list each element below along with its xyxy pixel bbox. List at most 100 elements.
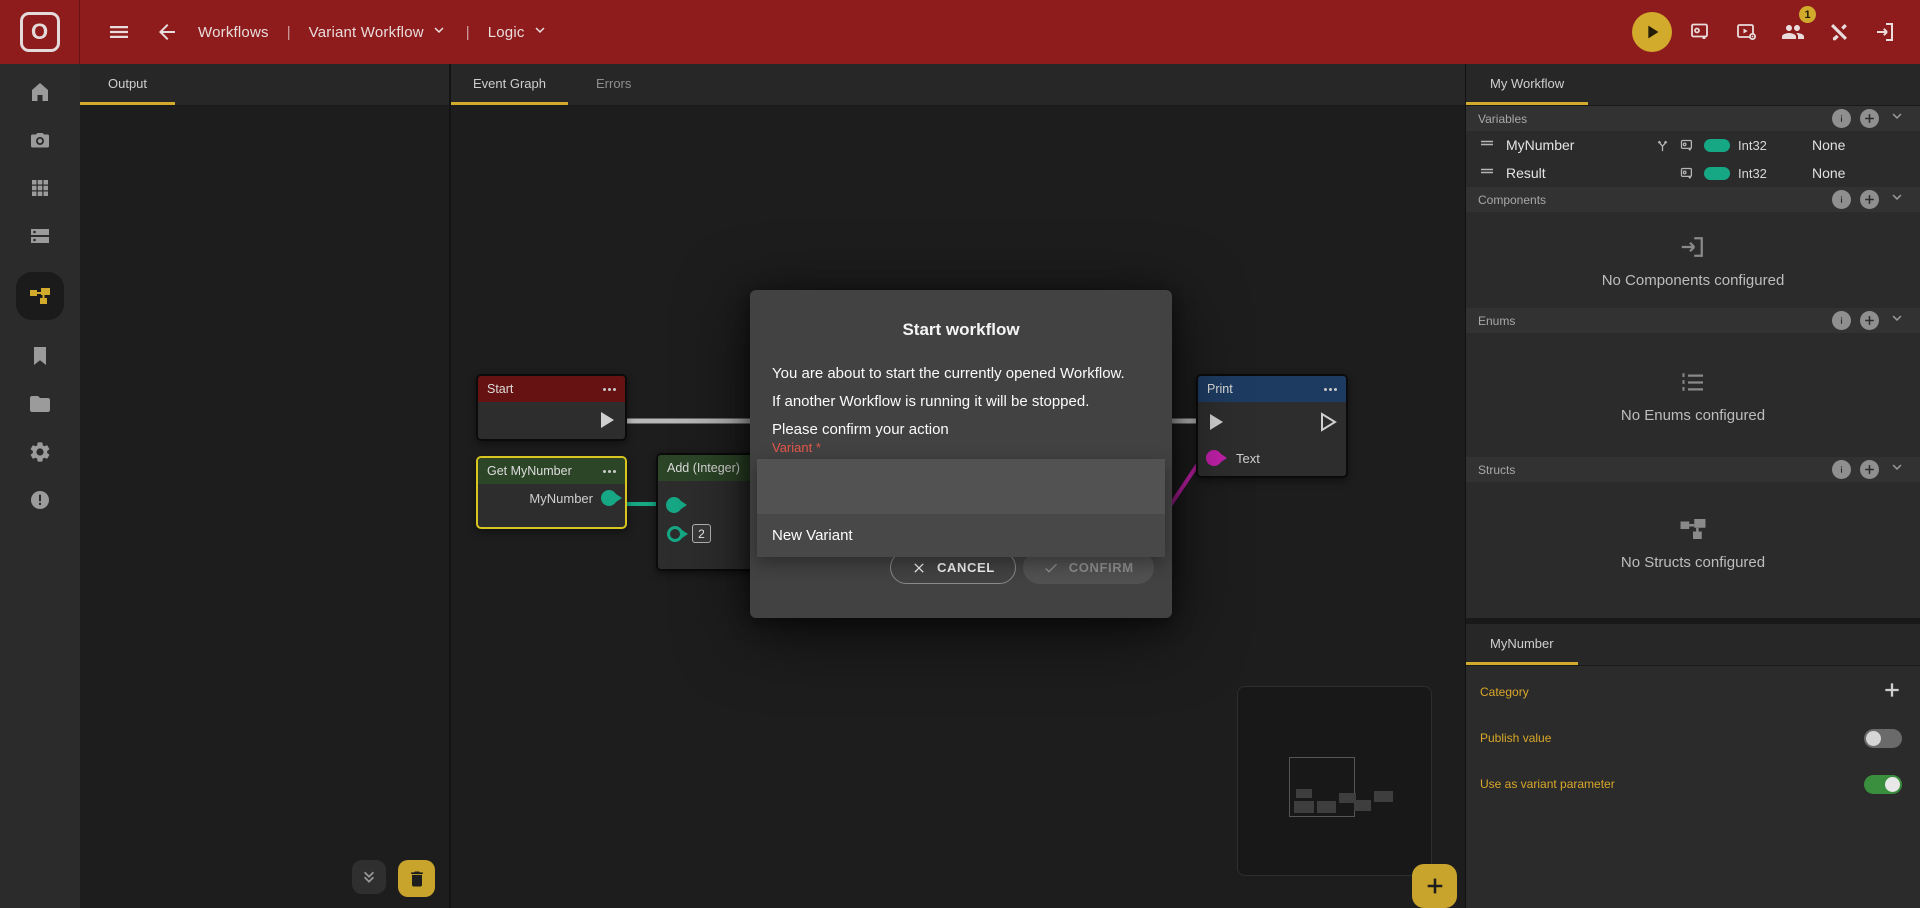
camera-icon[interactable] <box>16 128 64 152</box>
header-actions: 1 <box>1632 12 1920 52</box>
workflow-icon[interactable] <box>16 272 64 320</box>
add-category-button[interactable] <box>1882 680 1902 705</box>
dialog-line-1: You are about to start the currently ope… <box>772 360 1150 388</box>
input-value-box[interactable]: 2 <box>692 524 711 543</box>
enums-empty-text: No Enums configured <box>1621 407 1765 424</box>
variable-inspector-panel: MyNumber Category Publish value Use as v… <box>1466 624 1920 908</box>
alert-icon[interactable] <box>16 488 64 512</box>
category-label: Category <box>1480 685 1529 699</box>
apps-grid-icon[interactable] <box>16 176 64 200</box>
node-menu-icon[interactable] <box>1324 388 1337 391</box>
save-link-icon[interactable] <box>1684 15 1718 49</box>
drag-handle-icon[interactable] <box>1478 162 1502 185</box>
section-selector[interactable]: Logic <box>488 21 549 44</box>
node-add-integer-title: Add (Integer) <box>667 461 740 475</box>
components-section-header: Components <box>1466 187 1920 212</box>
dropdown-option-new-variant[interactable]: New Variant <box>757 514 1165 557</box>
info-icon[interactable] <box>1832 109 1851 128</box>
chevron-down-icon[interactable] <box>1888 188 1906 211</box>
left-rail <box>0 64 80 908</box>
breadcrumb-workflows[interactable]: Workflows <box>198 24 269 41</box>
folder-icon[interactable] <box>16 392 64 416</box>
data-in-port-b[interactable] <box>667 526 683 542</box>
add-struct-button[interactable] <box>1860 460 1879 479</box>
info-icon[interactable] <box>1832 190 1851 209</box>
variable-value: None <box>1812 165 1872 181</box>
settings-gear-icon[interactable] <box>16 440 64 464</box>
dropdown-option-empty[interactable] <box>757 459 1165 514</box>
start-workflow-dialog: Start workflow You are about to start th… <box>750 290 1172 618</box>
variable-row[interactable]: Result Int32 None <box>1466 159 1920 187</box>
type-pill <box>1704 139 1730 152</box>
top-bar: O Workflows | Variant Workflow | Logic <box>0 0 1920 64</box>
tools-icon[interactable] <box>1822 15 1856 49</box>
home-icon[interactable] <box>16 80 64 104</box>
tab-mynumber[interactable]: MyNumber <box>1466 624 1578 665</box>
runtime-settings-icon[interactable] <box>1730 15 1764 49</box>
enums-section-header: Enums <box>1466 308 1920 333</box>
close-x-icon <box>911 560 927 576</box>
add-component-button[interactable] <box>1860 190 1879 209</box>
logo-zone: O <box>0 0 80 64</box>
exec-out-port[interactable] <box>1318 412 1338 432</box>
trash-icon <box>407 869 427 889</box>
node-start[interactable]: Start <box>476 374 627 441</box>
bookmark-icon[interactable] <box>16 344 64 368</box>
users-button[interactable]: 1 <box>1776 15 1810 49</box>
data-out-port[interactable] <box>601 490 617 506</box>
exec-out-port[interactable] <box>597 410 617 430</box>
add-variable-button[interactable] <box>1860 109 1879 128</box>
dialog-title: Start workflow <box>750 320 1172 340</box>
structs-label: Structs <box>1478 463 1515 477</box>
node-get-mynumber[interactable]: Get MyNumber MyNumber <box>476 456 627 529</box>
drag-handle-icon[interactable] <box>1478 134 1502 157</box>
node-get-mynumber-header[interactable]: Get MyNumber <box>478 458 625 484</box>
add-enum-button[interactable] <box>1860 311 1879 330</box>
dialog-body: You are about to start the currently ope… <box>750 340 1172 444</box>
add-node-button[interactable] <box>1412 864 1457 908</box>
node-start-header[interactable]: Start <box>478 376 625 402</box>
variable-row[interactable]: MyNumber Int32 None <box>1466 131 1920 159</box>
menu-icon[interactable] <box>102 15 136 49</box>
clear-output-button[interactable] <box>398 860 435 897</box>
exec-in-port[interactable] <box>1206 412 1226 432</box>
run-workflow-button[interactable] <box>1632 12 1672 52</box>
enums-empty-state: No Enums configured <box>1466 333 1920 457</box>
exit-icon[interactable] <box>1868 15 1902 49</box>
node-menu-icon[interactable] <box>603 388 616 391</box>
tab-output[interactable]: Output <box>80 64 175 105</box>
variable-name: Result <box>1506 165 1546 181</box>
publish-value-toggle[interactable] <box>1864 729 1902 748</box>
users-icon <box>1781 20 1805 44</box>
node-print-header[interactable]: Print <box>1198 376 1346 402</box>
node-print[interactable]: Print Text <box>1196 374 1348 478</box>
scroll-to-bottom-button[interactable] <box>352 860 386 894</box>
chevron-down-icon[interactable] <box>1888 458 1906 481</box>
workflow-selector[interactable]: Variant Workflow <box>309 21 448 44</box>
variant-dropdown: New Variant <box>757 459 1165 557</box>
tab-event-graph[interactable]: Event Graph <box>451 64 568 105</box>
tab-my-workflow[interactable]: My Workflow <box>1466 64 1588 105</box>
node-menu-icon[interactable] <box>603 470 616 473</box>
output-tabstrip: Output <box>80 64 449 106</box>
app-logo: O <box>20 12 60 52</box>
cancel-label: CANCEL <box>937 560 995 575</box>
info-icon[interactable] <box>1832 460 1851 479</box>
save-link-icon <box>1679 165 1696 182</box>
app-root: O Workflows | Variant Workflow | Logic <box>0 0 1920 908</box>
inspector-tabstrip: MyNumber <box>1466 624 1920 666</box>
minimap[interactable] <box>1237 686 1432 876</box>
device-list-icon[interactable] <box>16 224 64 248</box>
components-empty-text: No Components configured <box>1602 272 1785 289</box>
play-icon <box>1641 21 1663 43</box>
plus-icon <box>1863 314 1876 327</box>
workflow-name: Variant Workflow <box>309 24 424 41</box>
back-arrow-icon[interactable] <box>150 15 184 49</box>
tab-errors[interactable]: Errors <box>568 64 659 105</box>
chevron-down-icon[interactable] <box>1888 309 1906 332</box>
variant-parameter-toggle[interactable] <box>1864 775 1902 794</box>
chevron-down-icon[interactable] <box>1888 107 1906 130</box>
text-in-port[interactable] <box>1206 450 1222 466</box>
data-in-port-a[interactable] <box>666 497 682 513</box>
info-icon[interactable] <box>1832 311 1851 330</box>
